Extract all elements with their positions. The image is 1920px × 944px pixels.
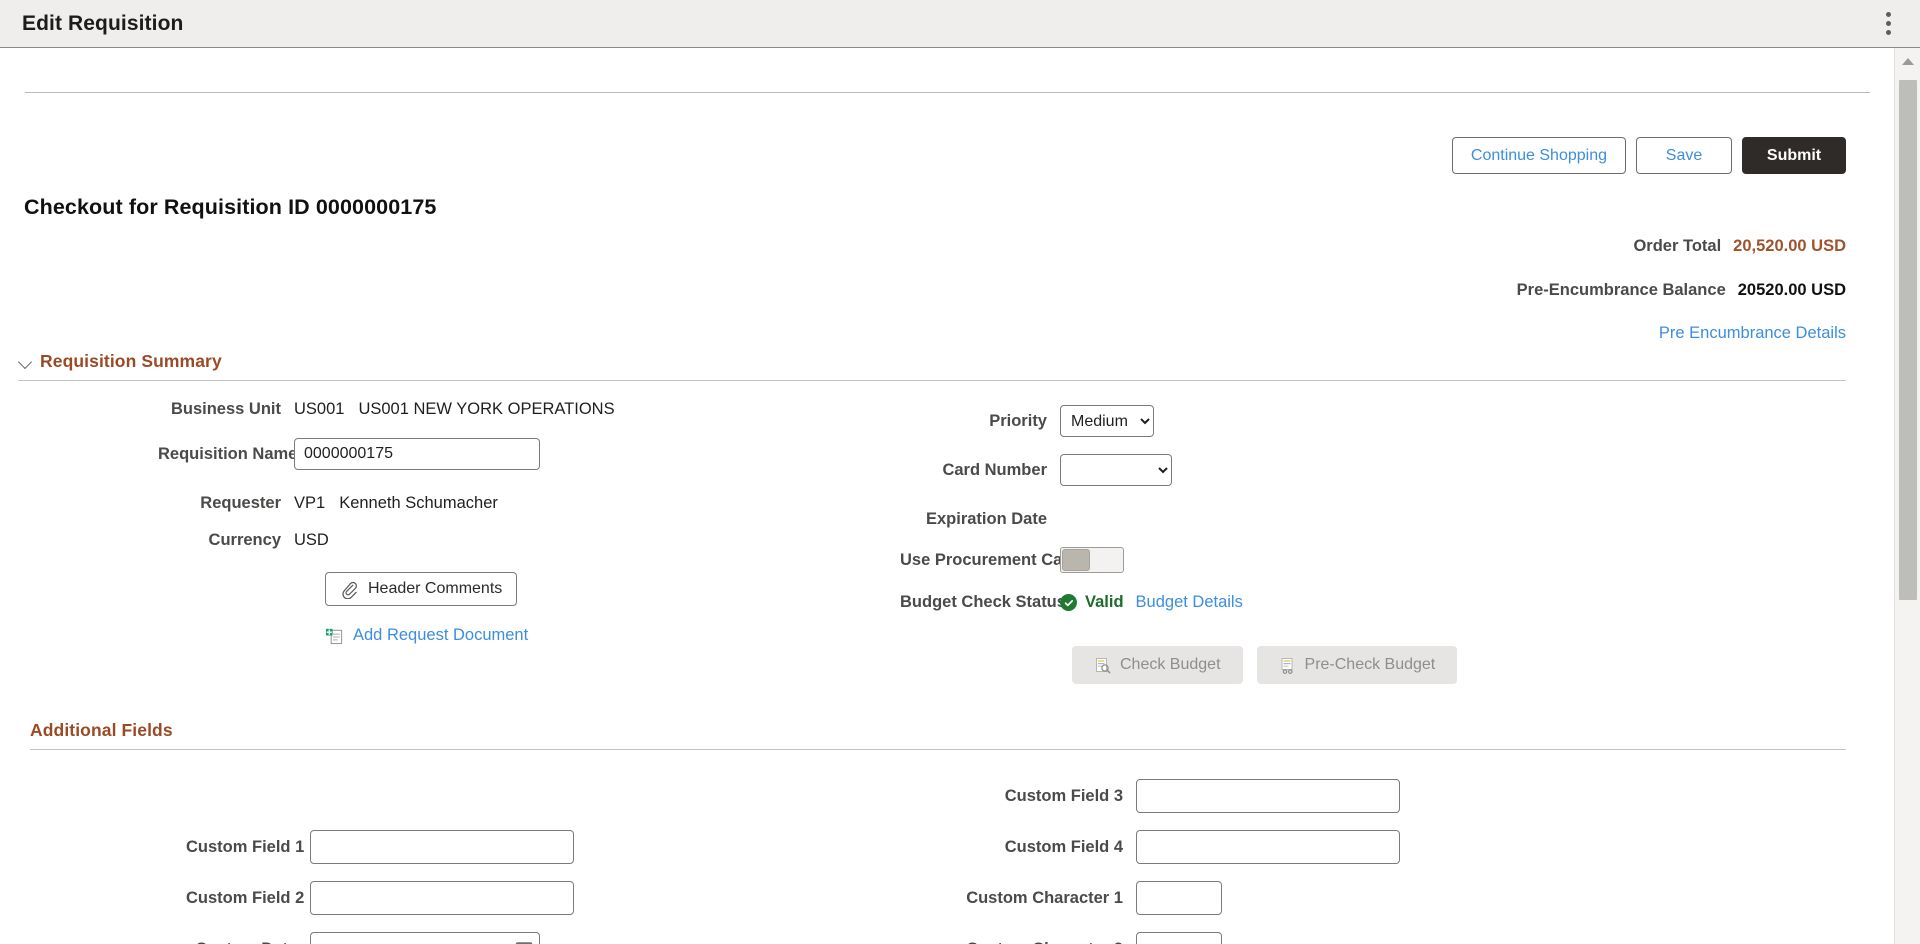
custom-field-4-input[interactable] [1136, 830, 1400, 864]
custom-field-1-label: Custom Field 1 [186, 838, 310, 857]
save-button[interactable]: Save [1636, 137, 1732, 174]
budget-check-status-row: Budget Check Status Valid Budget Details [900, 593, 1243, 612]
continue-shopping-button[interactable]: Continue Shopping [1452, 137, 1626, 174]
app-header: Edit Requisition [0, 0, 1920, 48]
custom-date-row: Custom Date [186, 932, 540, 944]
custom-field-4-label: Custom Field 4 [916, 838, 1136, 857]
requester-name: Kenneth Schumacher [339, 494, 498, 513]
toggle-knob [1062, 549, 1090, 571]
additional-fields-title: Additional Fields [30, 720, 173, 741]
custom-character-1-input[interactable] [1136, 881, 1222, 915]
scroll-content: Continue Shopping Save Submit Checkout f… [0, 48, 1894, 944]
requisition-name-input[interactable] [294, 438, 540, 470]
scroll-up-arrow-icon[interactable] [1895, 48, 1920, 74]
pre-encumbrance-value: 20520.00 USD [1738, 281, 1846, 300]
checkout-heading: Checkout for Requisition ID 0000000175 [24, 195, 436, 220]
calendar-icon[interactable] [514, 939, 534, 944]
custom-character-1-row: Custom Character 1 [916, 881, 1222, 915]
custom-field-2-input[interactable] [310, 881, 574, 915]
pre-check-budget-label: Pre-Check Budget [1305, 656, 1436, 674]
check-budget-button[interactable]: Check Budget [1072, 646, 1243, 684]
pre-encumbrance-details-link[interactable]: Pre Encumbrance Details [1659, 324, 1846, 343]
requisition-name-label: Requisition Name [158, 445, 294, 464]
use-procurement-card-toggle[interactable] [1060, 547, 1124, 573]
pre-encumbrance-row: Pre-Encumbrance Balance 20520.00 USD [1517, 281, 1846, 300]
requisition-summary-title: Requisition Summary [40, 351, 222, 372]
currency-value: USD [294, 531, 329, 550]
use-procurement-card-label: Use Procurement Card [900, 551, 1060, 570]
use-procurement-card-row: Use Procurement Card [900, 547, 1124, 573]
custom-date-wrapper [310, 932, 540, 944]
custom-field-3-input[interactable] [1136, 779, 1400, 813]
custom-character-2-label: Custom Character 2 [916, 940, 1136, 944]
business-unit-name: US001 NEW YORK OPERATIONS [358, 400, 614, 419]
requisition-summary-header: Requisition Summary [18, 351, 1846, 381]
requester-row: Requester VP1 Kenneth Schumacher [158, 494, 498, 513]
budget-details-link[interactable]: Budget Details [1136, 593, 1243, 612]
header-comments-label: Header Comments [368, 580, 502, 598]
currency-row: Currency USD [158, 531, 329, 550]
custom-field-3-row: Custom Field 3 [916, 779, 1400, 813]
check-budget-icon [1094, 657, 1111, 674]
scrollbar-thumb[interactable] [1899, 80, 1917, 600]
custom-field-4-row: Custom Field 4 [916, 830, 1400, 864]
add-request-document-link[interactable]: Add Request Document [325, 626, 528, 645]
priority-label: Priority [900, 412, 1060, 431]
budget-check-status-value: Valid [1085, 593, 1124, 612]
order-total-row: Order Total 20,520.00 USD [1633, 237, 1846, 256]
add-document-icon [325, 626, 344, 645]
check-budget-label: Check Budget [1120, 656, 1221, 674]
custom-field-2-row: Custom Field 2 [186, 881, 574, 915]
card-number-label: Card Number [900, 461, 1060, 480]
custom-character-2-input[interactable] [1136, 932, 1222, 944]
currency-label: Currency [158, 531, 294, 550]
custom-field-1-input[interactable] [310, 830, 574, 864]
header-comments-button[interactable]: Header Comments [325, 572, 517, 606]
page-body: Continue Shopping Save Submit Checkout f… [0, 48, 1920, 944]
custom-field-2-label: Custom Field 2 [186, 889, 310, 908]
expiration-date-row: Expiration Date [900, 510, 1060, 529]
header-divider [25, 92, 1870, 93]
add-request-document-label: Add Request Document [353, 626, 528, 645]
paperclip-icon [340, 580, 359, 599]
business-unit-row: Business Unit US001 US001 NEW YORK OPERA… [158, 400, 615, 419]
order-total-value: 20,520.00 USD [1733, 237, 1846, 256]
custom-date-input[interactable] [310, 932, 540, 944]
custom-character-1-label: Custom Character 1 [916, 889, 1136, 908]
budget-check-status-label: Budget Check Status [900, 593, 1060, 612]
custom-character-2-row: Custom Character 2 [916, 932, 1222, 944]
vertical-scrollbar[interactable] [1894, 48, 1920, 944]
additional-fields-header: Additional Fields [30, 720, 1846, 750]
pre-check-budget-icon [1279, 657, 1296, 674]
page-title: Edit Requisition [22, 12, 183, 36]
custom-date-label: Custom Date [186, 940, 310, 944]
card-number-select[interactable] [1060, 454, 1172, 486]
expiration-date-label: Expiration Date [900, 510, 1060, 529]
requester-label: Requester [158, 494, 294, 513]
valid-check-icon [1060, 594, 1077, 611]
pre-encumbrance-label: Pre-Encumbrance Balance [1517, 281, 1726, 300]
action-button-group: Continue Shopping Save Submit [1452, 137, 1846, 174]
priority-select[interactable]: MediumHighLow [1060, 405, 1154, 437]
card-number-row: Card Number [900, 454, 1172, 486]
business-unit-label: Business Unit [158, 400, 294, 419]
priority-row: Priority MediumHighLow [900, 405, 1154, 437]
business-unit-code: US001 [294, 400, 344, 419]
chevron-down-icon[interactable] [18, 354, 34, 370]
kebab-menu-icon[interactable] [1879, 11, 1897, 37]
order-total-label: Order Total [1633, 237, 1721, 256]
pre-check-budget-button[interactable]: Pre-Check Budget [1257, 646, 1458, 684]
custom-field-3-label: Custom Field 3 [916, 787, 1136, 806]
custom-field-1-row: Custom Field 1 [186, 830, 574, 864]
budget-button-group: Check Budget Pre-Check Budget [1072, 646, 1457, 684]
requester-code: VP1 [294, 494, 325, 513]
submit-button[interactable]: Submit [1742, 137, 1846, 174]
requisition-name-row: Requisition Name [158, 438, 540, 470]
